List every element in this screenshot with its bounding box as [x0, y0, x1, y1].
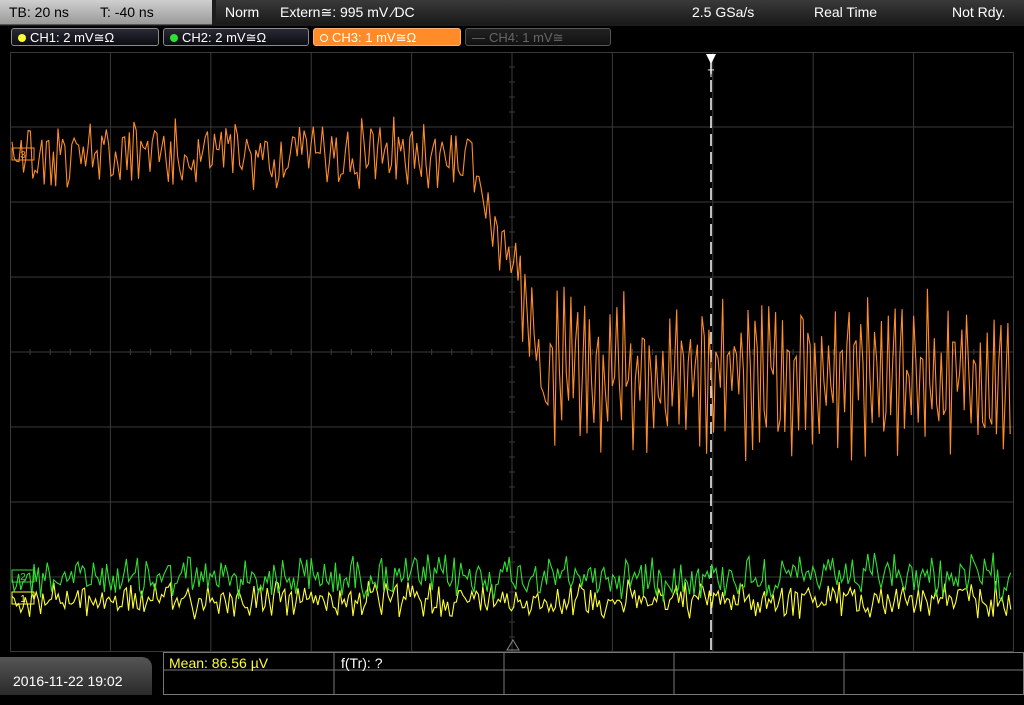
- timebase-label: TB: 20 ns: [9, 4, 69, 20]
- date-time-box: 2016-11-22 19:02: [0, 657, 152, 695]
- bottom-bar: 2016-11-22 19:02 Mean: 86.56 µV f(Tr): ?: [0, 652, 1024, 695]
- channel-3-button[interactable]: CH3: 1 mV≅Ω: [313, 28, 461, 46]
- ch3-label: CH3: 1 mV≅Ω: [332, 30, 417, 45]
- ch1-label: CH1: 2 mV≅Ω: [30, 30, 115, 45]
- measurement-panel[interactable]: Mean: 86.56 µV f(Tr): ?: [163, 652, 1024, 695]
- sample-rate: 2.5 GSa/s: [692, 4, 755, 20]
- ch3-offset-label: 3: [20, 150, 26, 161]
- channel-bar: CH1: 2 mV≅Ω CH2: 2 mV≅Ω CH3: 1 mV≅Ω — CH4…: [0, 26, 1024, 50]
- ch1-dot-icon: [18, 34, 26, 42]
- ch1-offset-label: 1: [20, 594, 26, 605]
- acquisition-mode: Real Time: [814, 4, 878, 20]
- measurement-grid: [163, 652, 1024, 695]
- date-time: 2016-11-22 19:02: [13, 673, 123, 689]
- channel-1-button[interactable]: CH1: 2 mV≅Ω: [11, 28, 159, 46]
- mean-measurement[interactable]: Mean: 86.56 µV: [169, 654, 268, 672]
- ch2-label: CH2: 2 mV≅Ω: [182, 30, 267, 45]
- top-bar: TB: 20 ns T: -40 ns Norm Extern≅: 995 mV…: [0, 0, 1024, 26]
- channel-4-button[interactable]: — CH4: 1 mV≅: [465, 28, 611, 46]
- ch2-dot-icon: [170, 34, 178, 42]
- ch4-label: CH4: 1 mV≅: [489, 30, 564, 45]
- channel-2-button[interactable]: CH2: 2 mV≅Ω: [163, 28, 309, 46]
- trigger-time-label: T: -40 ns: [100, 4, 154, 20]
- timebase-box[interactable]: TB: 20 ns T: -40 ns: [0, 0, 212, 25]
- ready-status: Not Rdy.: [952, 4, 1006, 20]
- ch4-dash-icon: —: [472, 30, 485, 45]
- trigger-letter: T: [708, 68, 715, 80]
- trigger-mode[interactable]: Norm: [225, 0, 259, 24]
- trigger-source[interactable]: Extern≅: 995 mV ∕DC: [280, 0, 415, 24]
- ch2-offset-label: 2: [20, 572, 26, 583]
- status-bar[interactable]: Norm Extern≅: 995 mV ∕DC 2.5 GSa/s Real …: [216, 0, 1024, 24]
- waveform-display[interactable]: T 3 2 1: [10, 52, 1014, 652]
- trigger-frequency-measurement[interactable]: f(Tr): ?: [341, 654, 382, 672]
- ch3-dot-icon: [320, 34, 328, 42]
